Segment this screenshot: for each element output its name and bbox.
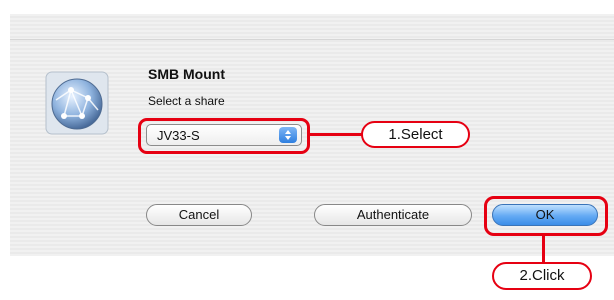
dialog-top-separator	[10, 14, 614, 40]
step1-callout: 1.Select	[361, 121, 470, 148]
authenticate-button[interactable]: Authenticate	[314, 204, 472, 226]
ok-highlight-frame	[484, 196, 608, 236]
dialog-subtitle: Select a share	[148, 94, 225, 108]
select-callout-connector	[310, 133, 362, 136]
select-highlight-frame	[138, 118, 310, 154]
step2-callout: 2.Click	[492, 262, 592, 290]
cancel-button[interactable]: Cancel	[146, 204, 252, 226]
dialog-title: SMB Mount	[148, 66, 225, 82]
network-globe-icon	[44, 70, 110, 136]
click-callout-connector	[542, 236, 545, 262]
